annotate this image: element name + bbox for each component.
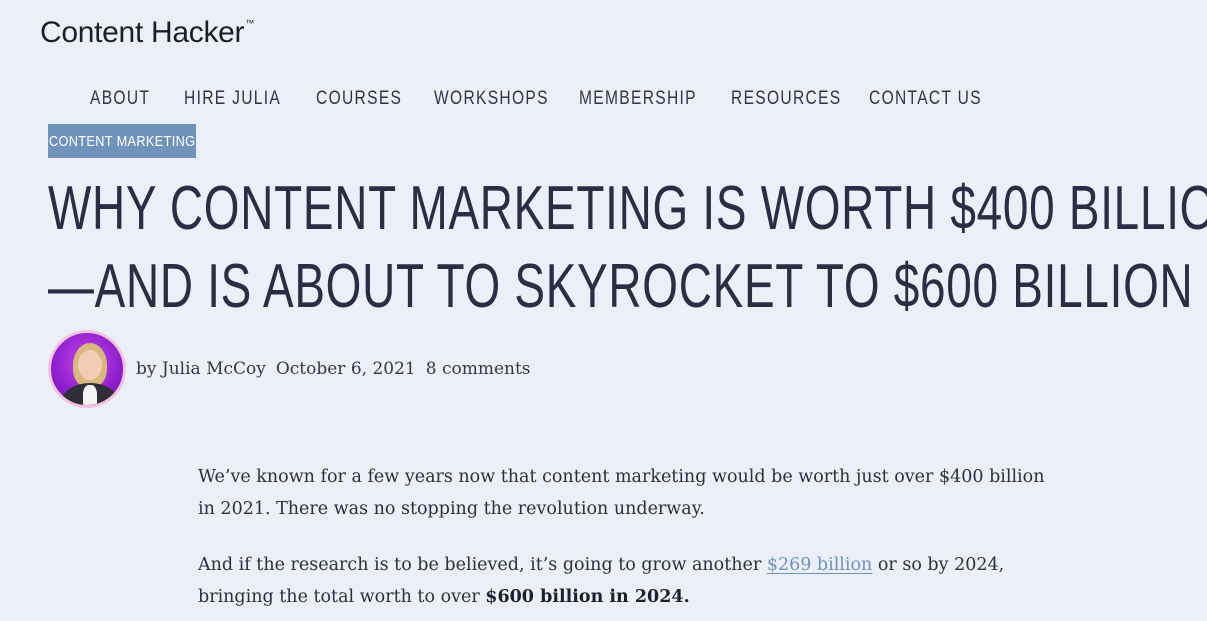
author-meta: by Julia McCoy October 6, 2021 8 comment… (48, 330, 531, 408)
paragraph-2: And if the research is to be believed, i… (198, 549, 1058, 613)
main-nav: ABOUT HIRE JULIA COURSES WORKSHOPS MEMBE… (90, 88, 999, 110)
article-title-line-1: WHY CONTENT MARKETING IS WORTH $400 BILL… (48, 174, 1207, 243)
comments-link[interactable]: 8 comments (426, 359, 531, 379)
category-badge[interactable]: CONTENT MARKETING (48, 124, 196, 158)
article-title: WHY CONTENT MARKETING IS WORTH $400 BILL… (48, 170, 1207, 326)
paragraph-2-text-a: And if the research is to be believed, i… (198, 555, 767, 575)
post-date: October 6, 2021 (275, 359, 416, 379)
paragraph-1: We’ve known for a few years now that con… (198, 467, 1045, 519)
article-title-line-2: —AND IS ABOUT TO SKYROCKET TO $600 BILLI… (48, 252, 1194, 321)
site-logo[interactable]: Content Hacker™ (40, 16, 254, 50)
paragraph-2-emphasis: $600 billion in 2024. (485, 587, 690, 607)
trademark-mark: ™ (245, 18, 254, 28)
post-meta: by Julia McCoy October 6, 2021 8 comment… (136, 359, 531, 379)
author-link[interactable]: by Julia McCoy (136, 359, 266, 379)
article-body: We’ve known for a few years now that con… (198, 461, 1058, 621)
nav-item-resources[interactable]: RESOURCES (731, 88, 844, 110)
nav-item-hire-julia[interactable]: HIRE JULIA (184, 88, 292, 110)
nav-item-membership[interactable]: MEMBERSHIP (579, 88, 704, 110)
source-link-269-billion[interactable]: $269 billion (767, 555, 873, 575)
nav-item-about[interactable]: ABOUT (90, 88, 167, 110)
author-avatar[interactable] (48, 330, 126, 408)
nav-item-contact-us[interactable]: CONTACT US (869, 88, 981, 110)
nav-item-workshops[interactable]: WORKSHOPS (434, 88, 553, 110)
nav-item-courses[interactable]: COURSES (316, 88, 413, 110)
logo-text: Content Hacker (40, 16, 245, 49)
category-label: CONTENT MARKETING (48, 132, 196, 150)
